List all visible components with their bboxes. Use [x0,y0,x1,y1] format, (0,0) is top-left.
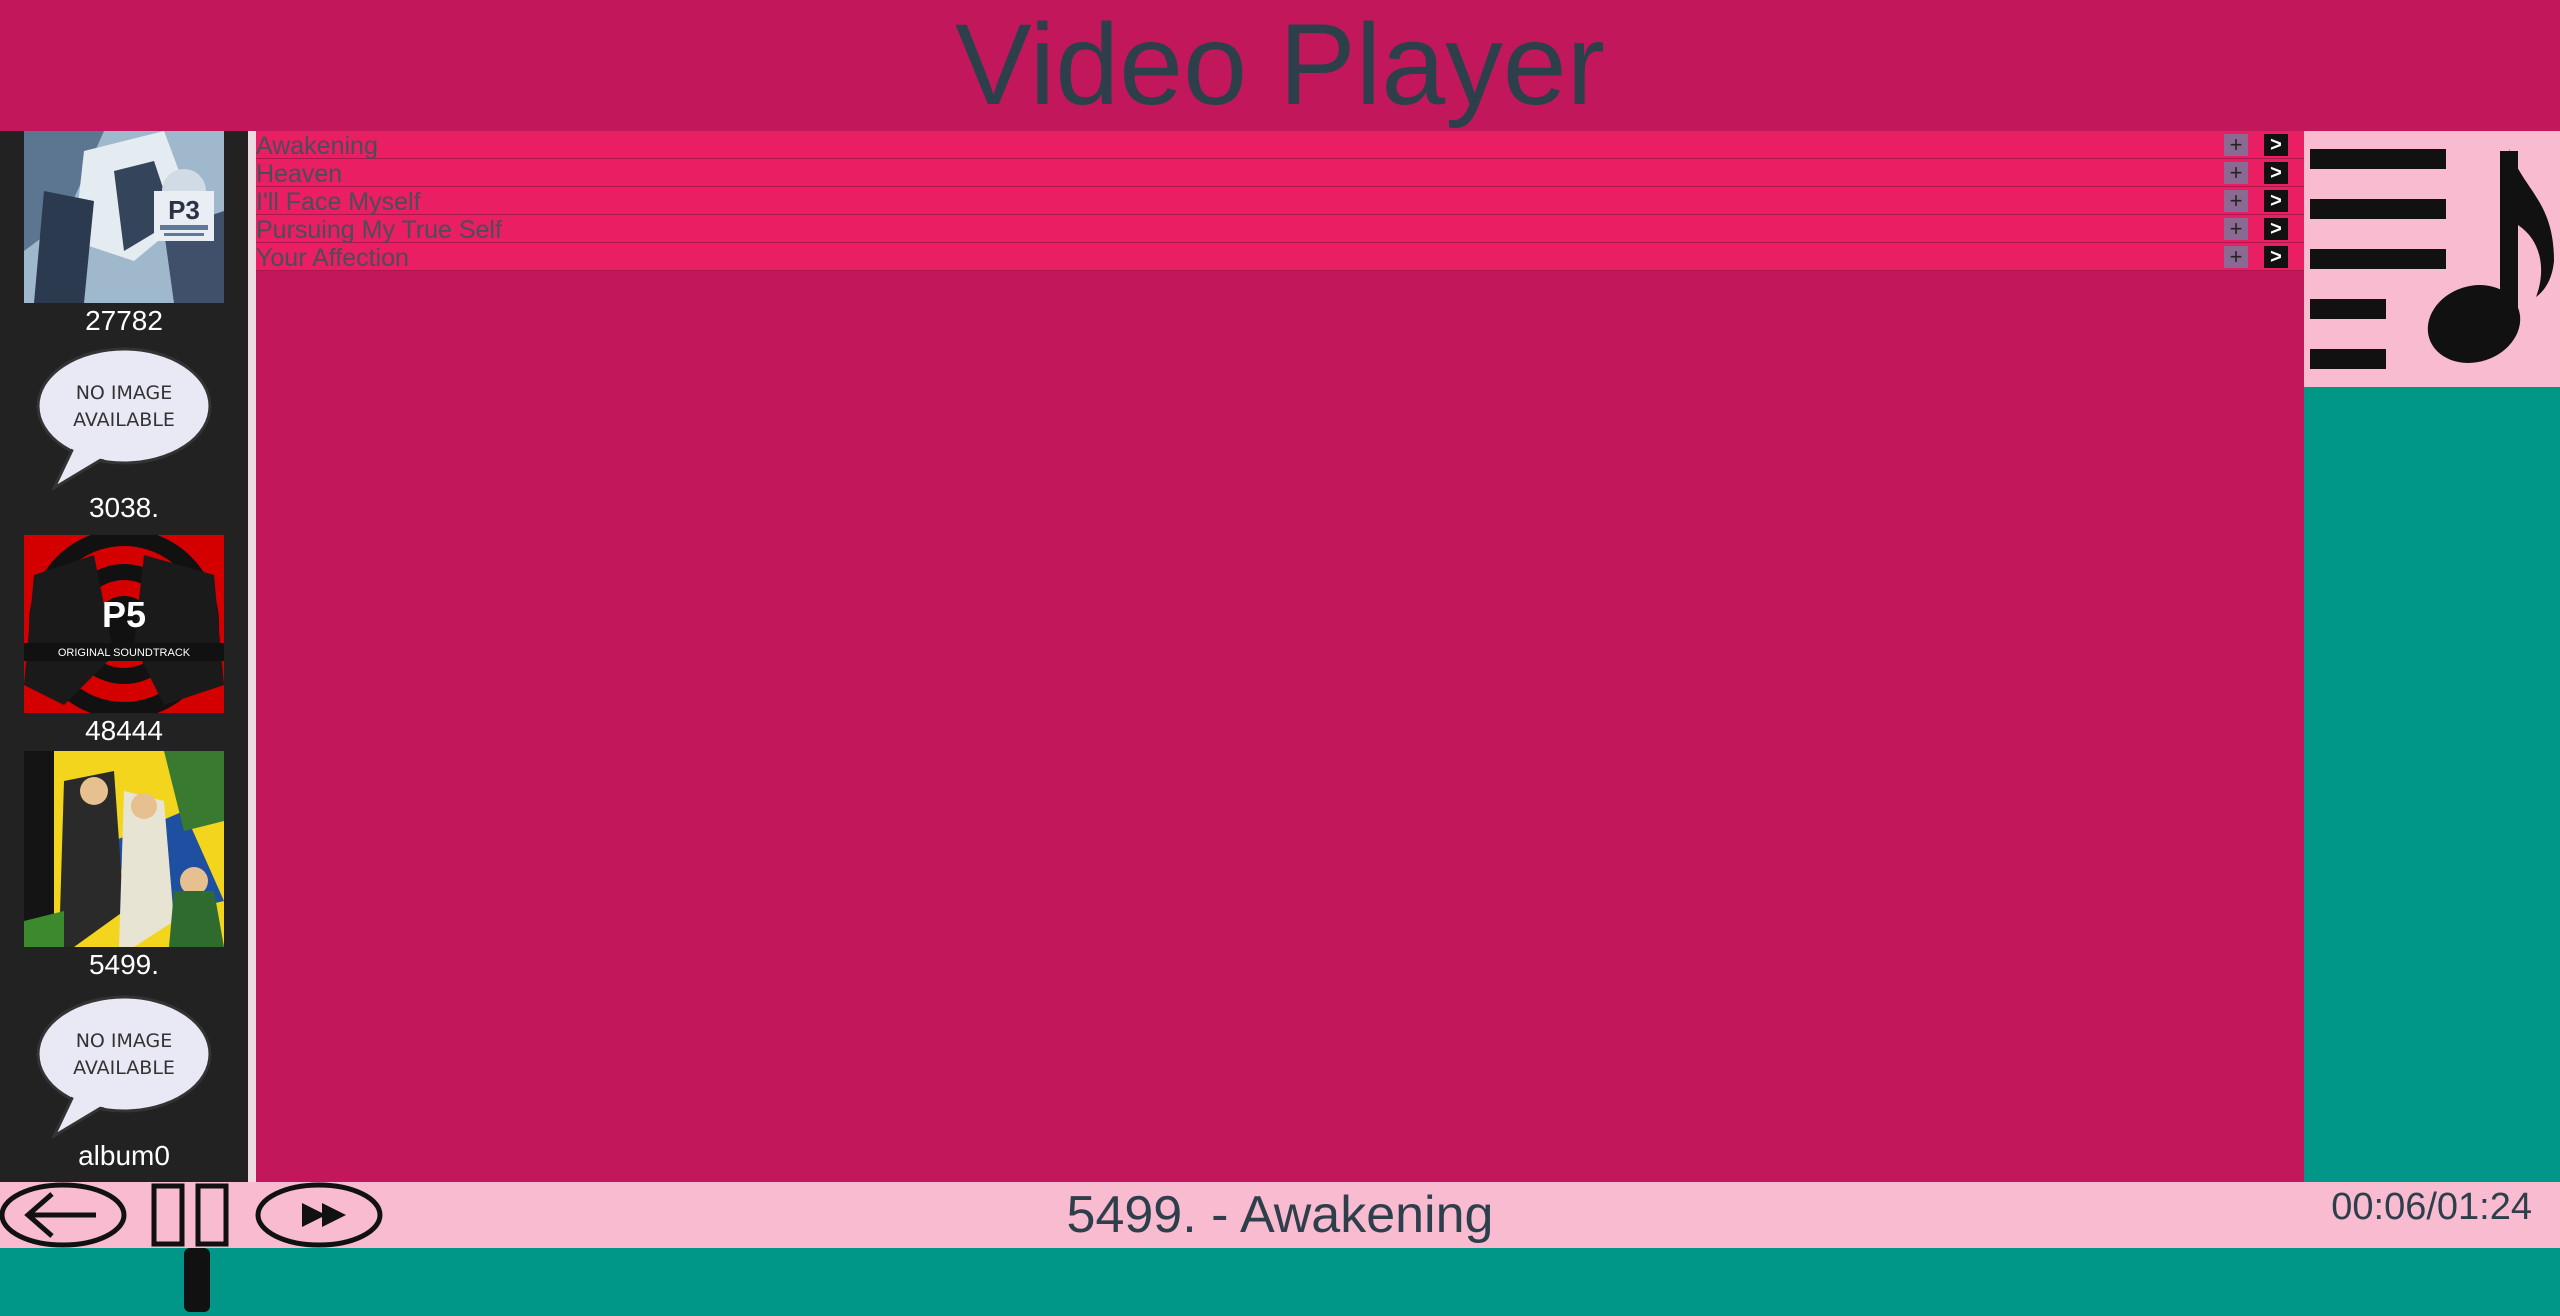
app-header: Video Player [0,0,2560,131]
queue-toggle-button[interactable] [2304,131,2560,387]
album-sidebar[interactable]: P3 27782 NO IMAGE AVAILABLE 3038. P5 ORI… [0,131,248,1182]
track-row[interactable]: Heaven + > [256,159,2304,189]
persona5-cover-image: P5 ORIGINAL SOUNDTRACK [24,535,224,713]
album-cover[interactable]: NO IMAGE AVAILABLE [24,994,224,1138]
persona4-cover-image [24,751,224,947]
album-item[interactable]: NO IMAGE AVAILABLE album0 [24,994,224,1174]
no-image-placeholder-icon: NO IMAGE AVAILABLE [36,995,212,1138]
album-name: 3038. [88,492,160,523]
add-to-queue-button[interactable]: + [2224,190,2248,212]
track-title[interactable]: Pursuing My True Self [256,215,502,245]
no-image-line1: NO IMAGE [76,382,173,404]
track-row[interactable]: Awakening + > [256,131,2304,161]
add-to-queue-button[interactable]: + [2224,218,2248,240]
track-row[interactable]: Pursuing My True Self + > [256,215,2304,245]
album-name: album0 [78,1140,170,1171]
play-track-button[interactable]: > [2264,246,2288,268]
album-item[interactable]: NO IMAGE AVAILABLE 3038. [24,346,224,526]
track-row[interactable]: I'll Face Myself + > [256,187,2304,217]
play-track-button[interactable]: > [2264,162,2288,184]
no-image-line2: AVAILABLE [73,409,175,431]
time-display: 00:06/01:24 [2331,1186,2532,1228]
album-item[interactable]: P5 ORIGINAL SOUNDTRACK 48444 [24,535,224,749]
add-to-queue-button[interactable]: + [2224,162,2248,184]
album-item[interactable]: 5499. [24,751,224,983]
pause-button[interactable] [150,1182,234,1253]
album-cover[interactable]: P3 [24,131,224,303]
album-cover[interactable]: NO IMAGE AVAILABLE [24,346,224,490]
track-title[interactable]: I'll Face Myself [256,187,421,217]
no-image-line2: AVAILABLE [73,1057,175,1079]
svg-text:ORIGINAL SOUNDTRACK: ORIGINAL SOUNDTRACK [58,647,191,659]
sidebar-divider [248,131,256,1182]
album-item[interactable]: P3 27782 [24,131,224,339]
seek-bar[interactable] [0,1248,2560,1316]
back-arrow-icon [0,1182,127,1248]
track-row[interactable]: Your Affection + > [256,243,2304,273]
play-track-button[interactable]: > [2264,134,2288,156]
play-track-button[interactable]: > [2264,190,2288,212]
now-playing-label: 5499. - Awakening [1066,1186,1494,1244]
album-name: 48444 [85,715,163,746]
play-track-button[interactable]: > [2264,218,2288,240]
add-to-queue-button[interactable]: + [2224,134,2248,156]
pause-icon [151,1183,229,1247]
seek-handle[interactable] [184,1248,210,1312]
album-cover[interactable]: P5 ORIGINAL SOUNDTRACK [24,535,224,713]
forward-button[interactable] [254,1182,384,1253]
persona3-cover-image: P3 [24,131,224,303]
track-title[interactable]: Awakening [256,131,378,161]
back-button[interactable] [0,1182,130,1253]
queue-panel [2304,131,2560,1182]
page-title: Video Player [955,1,1605,129]
track-title[interactable]: Your Affection [256,243,409,273]
album-cover[interactable] [24,751,224,947]
no-image-line1: NO IMAGE [76,1030,173,1052]
svg-text:P5: P5 [102,594,146,635]
album-name: 27782 [85,305,163,336]
playlist-queue-icon [2310,149,2554,369]
add-to-queue-button[interactable]: + [2224,246,2248,268]
album-name: 5499. [88,949,160,980]
track-title[interactable]: Heaven [256,159,342,189]
fast-forward-icon [255,1182,383,1248]
no-image-placeholder-icon: NO IMAGE AVAILABLE [36,347,212,490]
svg-text:P3: P3 [168,195,200,225]
player-controls-bar: 5499. - Awakening 00:06/01:24 [0,1182,2560,1248]
track-list: Awakening + > Heaven + > I'll Face Mysel… [256,131,2304,1182]
